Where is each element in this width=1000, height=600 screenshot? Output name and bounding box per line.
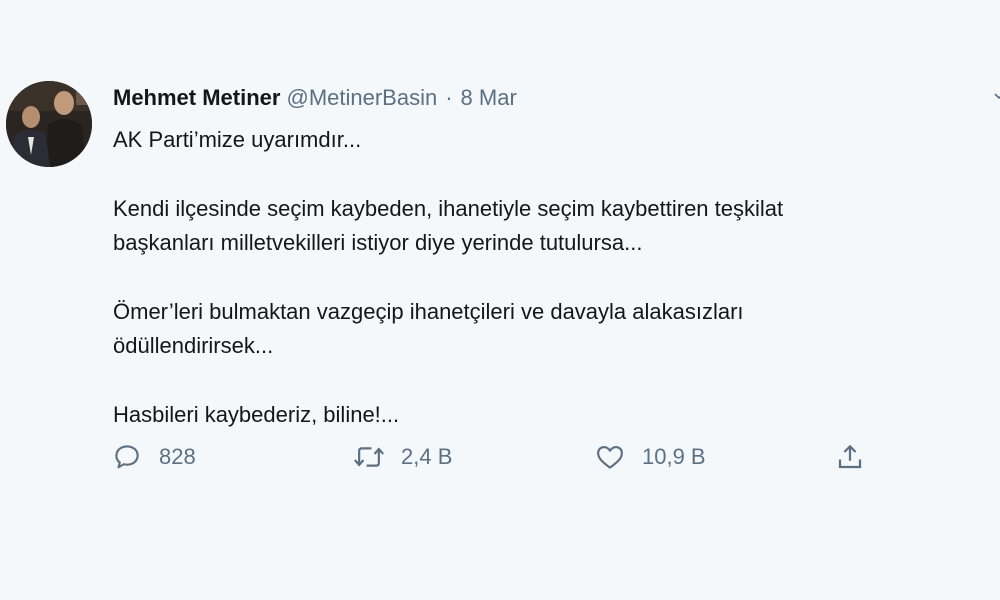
tweet-text: AK Parti’mize uyarımdır... Kendi ilçesin… bbox=[113, 123, 973, 432]
reply-icon bbox=[111, 441, 143, 473]
tweet[interactable]: Mehmet Metiner @MetinerBasin · 8 Mar AK Par… bbox=[0, 0, 1000, 600]
tweet-paragraph: Ömer’leri bulmaktan vazgeçip ihanetçiler… bbox=[113, 295, 973, 363]
tweet-line: ödüllendirirsek... bbox=[113, 333, 274, 358]
tweet-paragraph: AK Parti’mize uyarımdır... bbox=[113, 123, 973, 157]
tweet-line: AK Parti’mize uyarımdır... bbox=[113, 127, 362, 152]
tweet-actions: 828 2,4 B 10,9 B bbox=[0, 437, 1000, 477]
heart-icon bbox=[594, 441, 626, 473]
tweet-line: başkanları milletvekilleri istiyor diye … bbox=[113, 230, 643, 255]
tweet-date[interactable]: 8 Mar bbox=[461, 85, 517, 110]
author-name[interactable]: Mehmet Metiner bbox=[113, 85, 280, 110]
retweet-count: 2,4 B bbox=[401, 444, 453, 469]
chevron-down-icon[interactable] bbox=[994, 88, 1000, 100]
tweet-line: Ömer’leri bulmaktan vazgeçip ihanetçiler… bbox=[113, 299, 744, 324]
reply-count: 828 bbox=[159, 444, 196, 469]
like-count: 10,9 B bbox=[642, 444, 706, 469]
retweet-icon bbox=[353, 441, 385, 473]
retweet-button[interactable]: 2,4 B bbox=[353, 437, 452, 477]
tweet-line: Kendi ilçesinde seçim kaybeden, ihanetiy… bbox=[113, 196, 784, 221]
reply-button[interactable]: 828 bbox=[111, 437, 196, 477]
tweet-paragraph: Hasbileri kaybederiz, biline!... bbox=[113, 398, 973, 432]
avatar[interactable] bbox=[6, 81, 92, 167]
separator-dot: · bbox=[445, 85, 453, 110]
share-icon bbox=[834, 441, 866, 473]
tweet-paragraph: Kendi ilçesinde seçim kaybeden, ihanetiy… bbox=[113, 192, 973, 260]
tweet-header: Mehmet Metiner @MetinerBasin · 8 Mar bbox=[113, 83, 517, 113]
like-button[interactable]: 10,9 B bbox=[594, 437, 706, 477]
author-handle[interactable]: @MetinerBasin bbox=[286, 85, 437, 110]
share-button[interactable] bbox=[834, 437, 866, 477]
tweet-line: Hasbileri kaybederiz, biline!... bbox=[113, 402, 400, 427]
